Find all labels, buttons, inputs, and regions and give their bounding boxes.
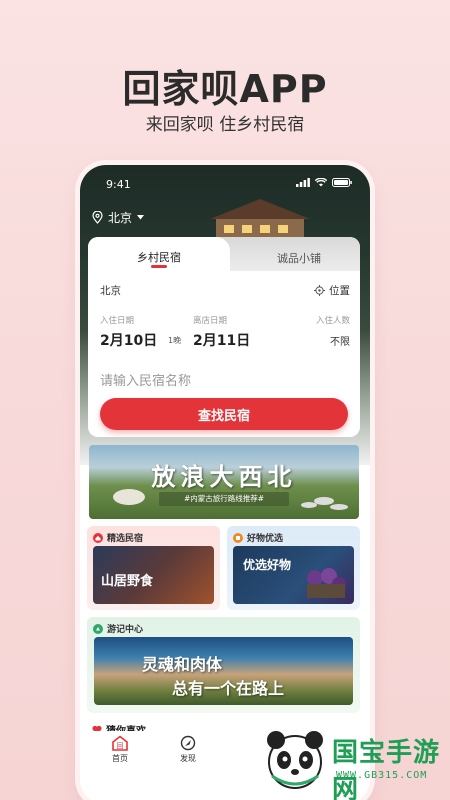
good-products-image: 优选好物 [233,546,354,604]
phone-mockup: 9:41 北京 乡村民宿 诚品小铺 北京 位置 入住日期 2月10日 1晚 离店… [80,165,370,800]
home-badge-icon [93,532,103,543]
stay-name-input[interactable] [100,370,350,392]
travel-badge-icon [93,623,103,634]
tab-rural-stays[interactable]: 乡村民宿 [88,237,230,277]
hero-title: 回家呗APP [122,67,328,111]
search-card: 乡村民宿 诚品小铺 北京 位置 入住日期 2月10日 1晚 离店日期 2月11日… [88,237,360,437]
featured-stays-label: 精选民宿 [107,534,144,544]
good-products-image-text: 优选好物 [243,558,292,572]
travel-center-image: 灵魂和肉体 总有一个在路上 [94,637,353,705]
travel-line-2: 总有一个在路上 [172,679,285,698]
nav-discover-label: 发现 [180,754,196,763]
featured-stays-image: 山居野食 [93,546,214,604]
watermark: 国宝手游网 WWW.GB315.COM [262,722,450,800]
nav-discover[interactable]: 发现 [168,735,208,764]
checkout-label: 离店日期 [193,316,228,326]
good-products-card[interactable]: 好物优选 优选好物 [227,526,360,610]
panda-logo-icon [267,731,323,789]
tab-shop-label: 诚品小铺 [277,252,321,265]
active-tab-indicator [151,265,167,268]
battery-icon [332,178,352,187]
good-products-header: 好物优选 [233,531,283,544]
checkout-date[interactable]: 2月11日 [193,330,250,350]
featured-stays-card[interactable]: 精选民宿 山居野食 [87,526,220,610]
travel-center-header: 游记中心 [93,622,143,635]
status-time: 9:41 [106,178,131,191]
product-badge-icon [233,532,243,543]
signal-icon [296,178,310,187]
home-icon: 回 [112,735,128,751]
checkin-date[interactable]: 2月10日 [100,330,157,350]
good-products-label: 好物优选 [247,534,284,544]
locate-label: 位置 [329,285,350,297]
tab-rural-stays-label: 乡村民宿 [137,251,181,264]
search-stays-button[interactable]: 查找民宿 [100,398,348,430]
location-row[interactable]: 北京 位置 [100,283,350,298]
caret-down-icon [137,215,145,220]
locate-button[interactable]: 位置 [314,283,350,298]
nav-home[interactable]: 回 首页 [100,735,140,764]
hero-subtitle: 来回家呗 住乡村民宿 [145,115,305,135]
status-icons [296,178,352,187]
travel-line-1: 灵魂和肉体 [142,655,223,674]
travel-center-card[interactable]: 游记中心 灵魂和肉体 总有一个在路上 [87,617,360,713]
banner-subtitle: #内蒙古旅行路线推荐# [159,492,289,506]
location-pin-icon [92,211,103,224]
city-selector[interactable]: 北京 [92,209,145,226]
status-bar: 9:41 [80,165,370,197]
watermark-url: WWW.GB315.COM [336,770,428,781]
checkin-label: 入住日期 [100,316,135,326]
travel-center-label: 游记中心 [107,625,144,635]
banner-title: 放浪大西北 [151,462,297,491]
watermark-brand: 国宝手游网 [332,738,441,800]
featured-stays-header: 精选民宿 [93,531,143,544]
city-label: 北京 [108,211,133,225]
promo-banner[interactable]: 放浪大西北 #内蒙古旅行路线推荐# [89,445,359,519]
current-city: 北京 [100,285,121,297]
fruit-basket-illustration [307,568,346,598]
featured-stays-image-text: 山居野食 [101,574,154,589]
svg-text:回: 回 [117,742,124,750]
discover-icon [180,735,196,751]
guests-value[interactable]: 不限 [330,333,350,348]
wifi-icon [315,178,327,187]
nav-home-label: 首页 [112,754,128,763]
locate-icon [314,285,325,296]
tab-shop[interactable]: 诚品小铺 [238,237,360,271]
nights-count: 1晚 [168,336,182,345]
guests-label: 入住人数 [315,316,350,326]
